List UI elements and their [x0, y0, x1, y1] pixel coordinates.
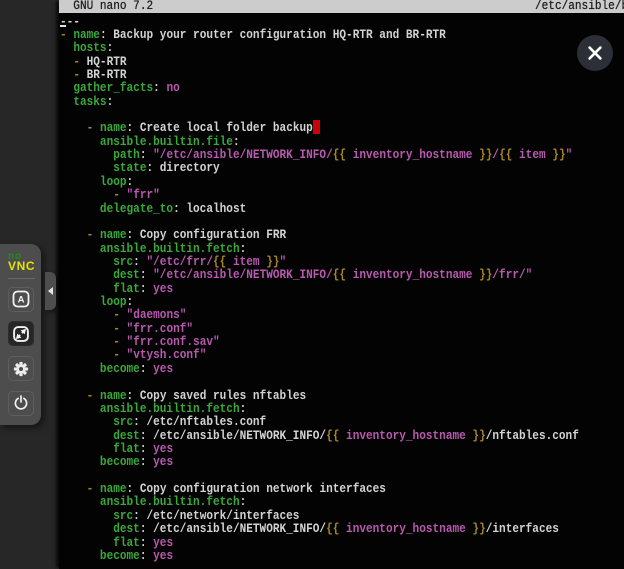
svg-text:A: A — [17, 295, 24, 306]
